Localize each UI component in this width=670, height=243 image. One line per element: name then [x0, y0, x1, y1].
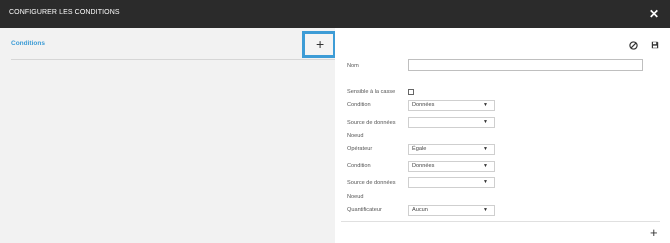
left-divider: [11, 59, 335, 60]
close-icon[interactable]: ✕: [648, 7, 660, 21]
data-source-label-2: Source de données: [347, 180, 396, 186]
add-condition-button[interactable]: +: [302, 31, 336, 58]
operator-label: Opérateur: [347, 146, 373, 152]
quantifier-select[interactable]: Aucun ▼: [408, 205, 495, 216]
add-row-button[interactable]: +: [650, 226, 658, 239]
operator-select[interactable]: Égale ▼: [408, 144, 495, 155]
data-source-select[interactable]: ▼: [408, 117, 495, 128]
dropdown-arrow-icon: ▼: [483, 102, 488, 108]
condition-select[interactable]: Données ▼: [408, 100, 495, 111]
node-label: Noeud: [347, 133, 364, 139]
condition-label-2: Condition: [347, 163, 371, 169]
data-source-select-2[interactable]: ▼: [408, 177, 495, 188]
conditions-list-panel: [0, 28, 335, 243]
dropdown-arrow-icon: ▼: [483, 119, 488, 125]
operator-select-value: Égale: [412, 146, 427, 152]
case-sensitive-label: Sensible à la casse: [347, 89, 396, 95]
dropdown-arrow-icon: ▼: [483, 163, 488, 169]
title-bar: CONFIGURER LES CONDITIONS ✕: [0, 0, 670, 28]
node-label-2: Noeud: [347, 194, 364, 200]
dropdown-arrow-icon: ▼: [483, 207, 488, 213]
plus-icon: +: [316, 36, 325, 52]
dropdown-arrow-icon: ▼: [483, 179, 488, 185]
condition-select-2[interactable]: Données ▼: [408, 161, 495, 172]
data-source-label: Source de données: [347, 120, 396, 126]
name-label: Nom: [347, 63, 359, 69]
condition-select-2-value: Données: [412, 163, 435, 169]
condition-label: Condition: [347, 102, 371, 108]
case-sensitive-checkbox[interactable]: [408, 89, 414, 95]
dialog-title: CONFIGURER LES CONDITIONS: [9, 9, 120, 16]
quantifier-select-value: Aucun: [412, 207, 428, 213]
dropdown-arrow-icon: ▼: [483, 146, 488, 152]
save-icon[interactable]: [651, 41, 659, 49]
name-input[interactable]: [408, 59, 643, 71]
cancel-icon[interactable]: [629, 41, 638, 50]
quantifier-label: Quantificateur: [347, 207, 382, 213]
bottom-divider: [341, 221, 660, 222]
conditions-heading: Conditions: [11, 40, 45, 47]
condition-select-value: Données: [412, 102, 435, 108]
